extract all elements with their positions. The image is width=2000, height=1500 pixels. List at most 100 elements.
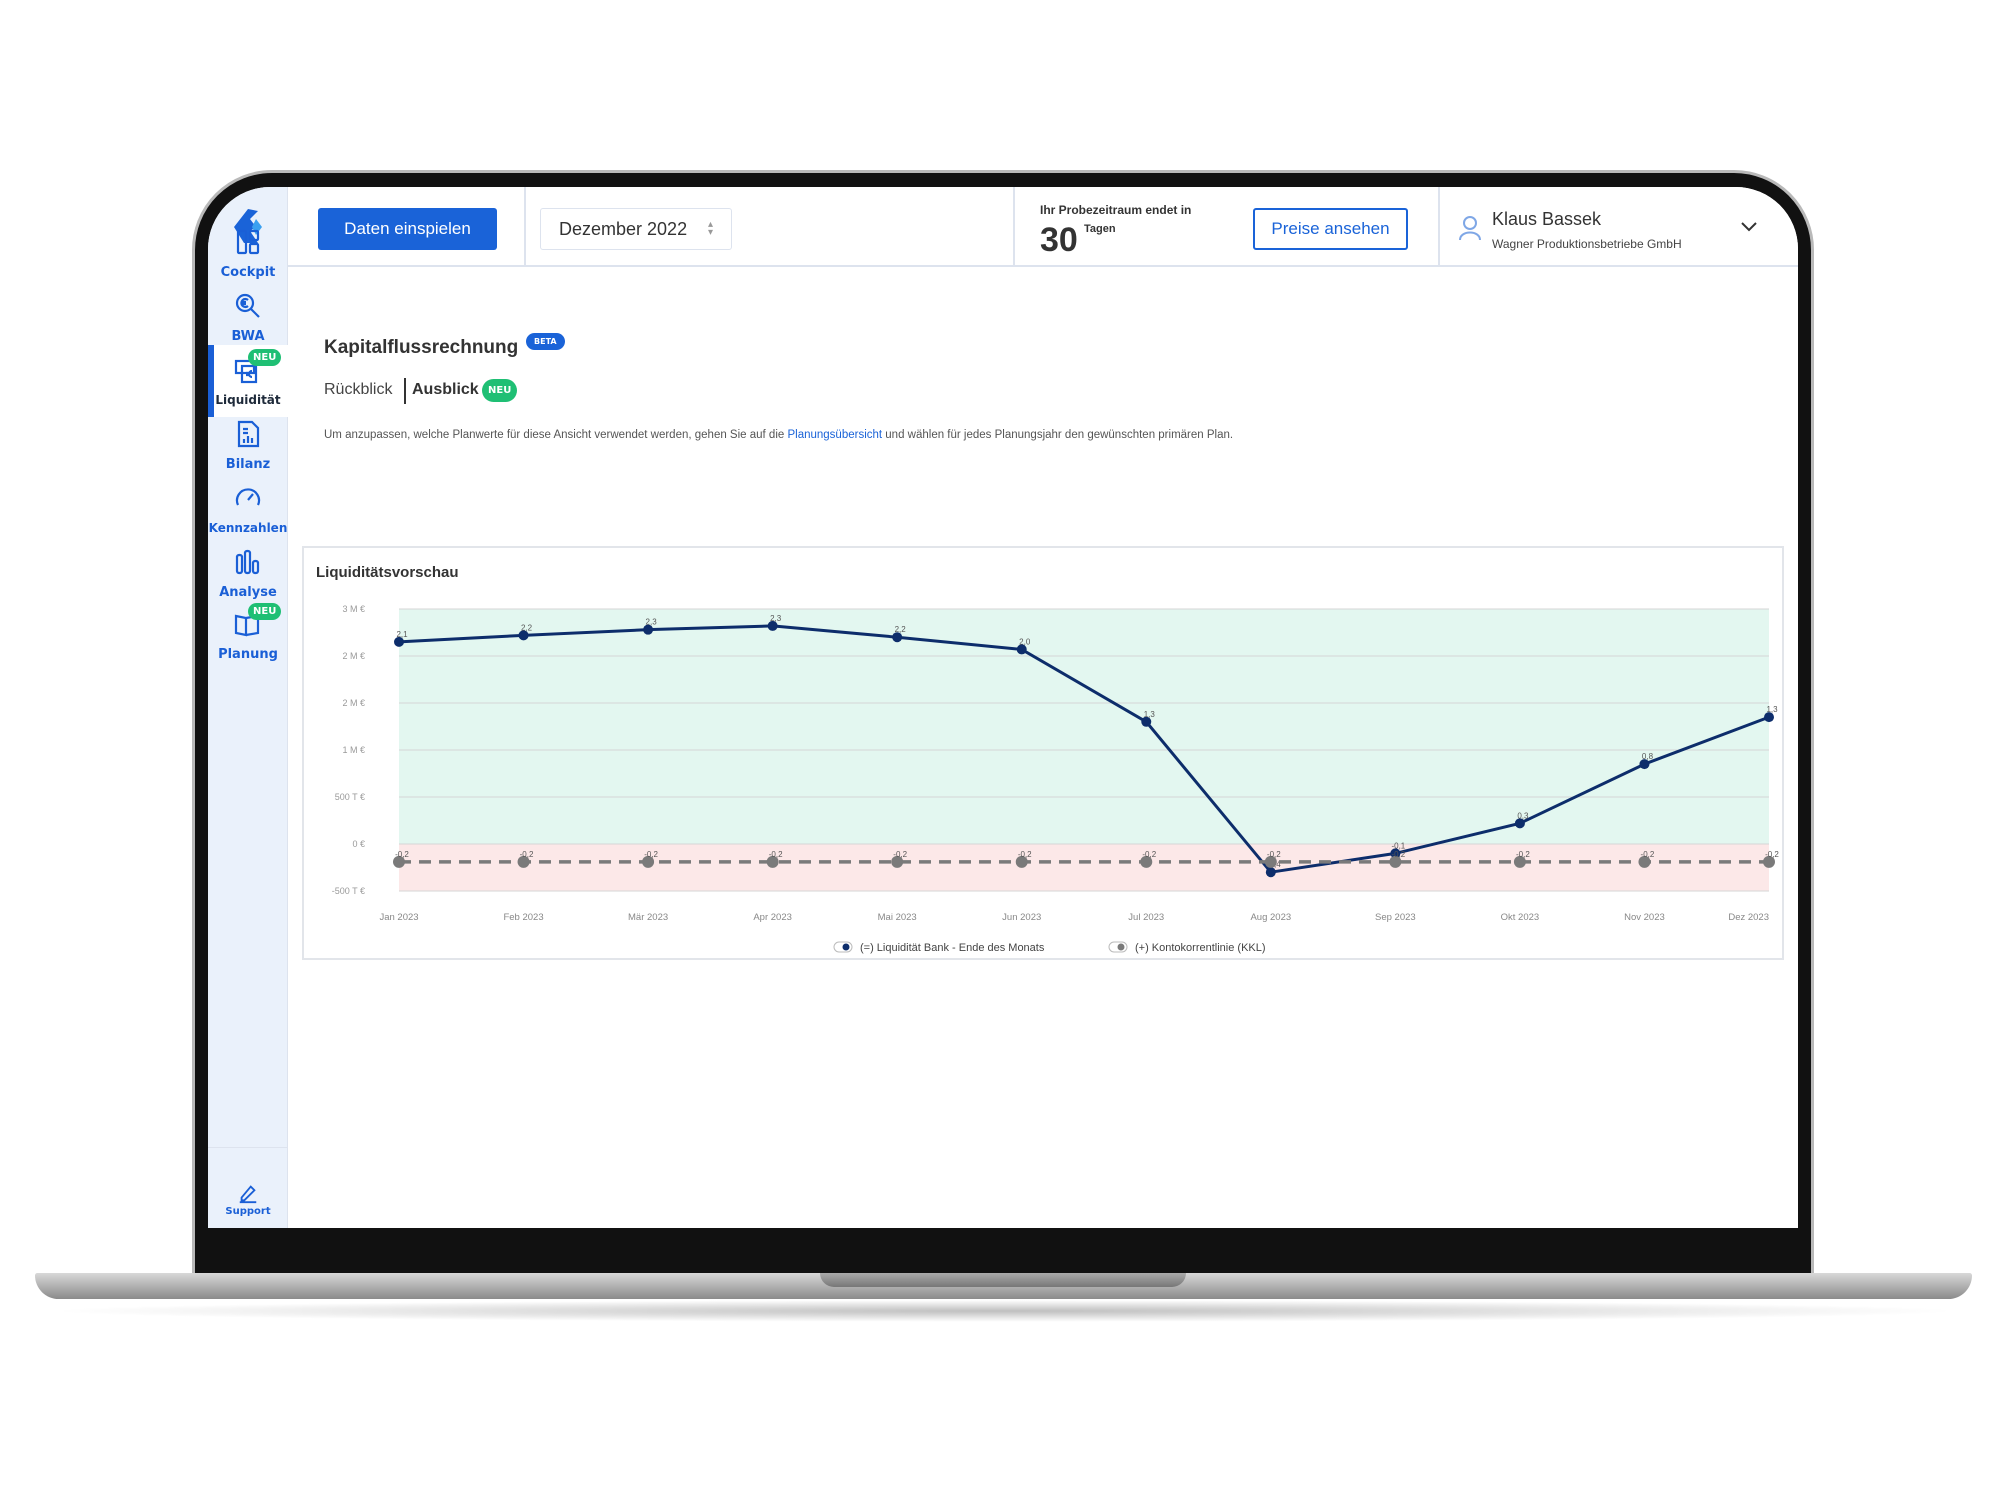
sidebar-item-support[interactable]: Support xyxy=(208,1182,288,1217)
info-text: Um anzupassen, welche Planwerte für dies… xyxy=(324,429,1233,441)
sidebar-item-label: Support xyxy=(225,1206,271,1217)
data-label: 1,3 xyxy=(1144,710,1156,719)
sidebar-item-liquidität[interactable]: Liquidität NEU xyxy=(208,345,288,417)
legend-marker xyxy=(842,943,850,951)
app-screen: Cockpit BWA Liquidität NEU Bilanz Kennza… xyxy=(208,187,1798,1228)
info-text-before: Um anzupassen, welche Planwerte für dies… xyxy=(324,429,788,441)
period-select[interactable]: Dezember 2022 ▴ ▾ xyxy=(540,208,732,250)
sidebar-item-bwa[interactable]: BWA xyxy=(208,291,288,344)
data-label: -0,2 xyxy=(893,850,907,859)
info-text-after: und wählen für jedes Planungsjahr den ge… xyxy=(882,429,1234,441)
x-tick-label: Jul 2023 xyxy=(1128,912,1164,923)
speedometer-icon xyxy=(235,488,261,506)
tab-ausblick[interactable]: Ausblick xyxy=(412,381,479,399)
y-tick-label: 0 € xyxy=(352,839,365,849)
y-tick-label: -500 T € xyxy=(332,886,365,896)
report-icon xyxy=(237,420,260,448)
sort-arrows-icon: ▴ ▾ xyxy=(707,219,713,238)
chevron-down-icon xyxy=(1741,222,1757,232)
x-tick-label: Sep 2023 xyxy=(1375,912,1416,923)
x-tick-label: Dez 2023 xyxy=(1728,912,1769,923)
tab-rueckblick[interactable]: Rückblick xyxy=(324,381,392,399)
data-label: 2,0 xyxy=(1019,637,1031,646)
y-tick-label: 1 M € xyxy=(342,745,365,755)
liquidity-chart: 3 M € 2 M € 2 M € 1 M € 500 T € 0 € -500 T € Ja… xyxy=(332,604,1780,954)
laptop-shadow xyxy=(45,1300,1965,1322)
sidebar-item-label: Liquidität xyxy=(215,393,281,407)
x-tick-label: Apr 2023 xyxy=(753,912,792,923)
header-divider xyxy=(1438,187,1440,267)
trial-text: Ihr Probezeitraum endet in xyxy=(1040,203,1192,217)
pricing-button[interactable]: Preise ansehen xyxy=(1253,208,1408,250)
beta-badge: BETA xyxy=(526,333,565,350)
sidebar-item-label: BWA xyxy=(231,329,265,344)
data-label: 2,3 xyxy=(646,618,658,627)
data-label: -0,2 xyxy=(769,850,783,859)
data-label: -0,2 xyxy=(520,850,534,859)
sidebar-divider xyxy=(208,1147,288,1148)
user-icon xyxy=(1459,216,1481,241)
data-label: -0,2 xyxy=(1142,850,1156,859)
negative-zone xyxy=(399,844,1769,891)
data-label: -0,2 xyxy=(1267,850,1281,859)
y-tick-label: 3 M € xyxy=(342,604,365,614)
trial-days: 30 xyxy=(1040,221,1078,259)
header-divider xyxy=(524,187,526,267)
sidebar-item-analyse[interactable]: Analyse xyxy=(208,547,288,600)
sidebar-item-planung[interactable]: Planung NEU xyxy=(208,603,288,662)
legend-marker xyxy=(1117,943,1125,951)
pencil-icon xyxy=(239,1185,257,1204)
page-title: Kapitalflussrechnung xyxy=(324,337,519,358)
x-tick-label: Jun 2023 xyxy=(1002,912,1041,923)
data-label: -0,2 xyxy=(1765,850,1779,859)
data-label: 2,2 xyxy=(895,625,907,634)
data-label: 0,3 xyxy=(1517,811,1529,820)
sidebar-item-label: Planung xyxy=(218,647,278,662)
x-tick-label: Okt 2023 xyxy=(1501,912,1540,923)
data-label: -0,2 xyxy=(1391,850,1405,859)
sidebar-item-bilanz[interactable]: Bilanz xyxy=(208,419,288,472)
y-tick-label: 2 M € xyxy=(342,698,365,708)
user-menu[interactable]: Klaus Bassek Wagner Produktionsbetriebe … xyxy=(1448,187,1798,267)
data-label: -0,2 xyxy=(395,850,409,859)
dashboard-icon xyxy=(236,229,260,255)
x-tick-label: Feb 2023 xyxy=(503,912,543,923)
user-name: Klaus Bassek xyxy=(1492,209,1602,229)
search-euro-icon xyxy=(235,293,260,318)
x-tick-label: Mai 2023 xyxy=(878,912,917,923)
data-label: 0,8 xyxy=(1642,752,1654,761)
planning-overview-link[interactable]: Planungsübersicht xyxy=(787,429,882,441)
neu-badge: NEU xyxy=(248,603,282,620)
legend-label[interactable]: (+) Kontokorrentlinie (KKL) xyxy=(1135,942,1266,954)
x-tick-label: Mär 2023 xyxy=(628,912,668,923)
y-tick-label: 2 M € xyxy=(342,651,365,661)
data-label: -0,2 xyxy=(1641,850,1655,859)
data-label: 2,2 xyxy=(521,623,533,632)
sidebar: Cockpit BWA Liquidität NEU Bilanz Kennza… xyxy=(208,187,288,1228)
data-label: -0,2 xyxy=(1516,850,1530,859)
sidebar-item-kennzahlen[interactable]: Kennzahlen xyxy=(208,483,288,535)
sidebar-item-label: Analyse xyxy=(219,585,277,600)
neu-badge: NEU xyxy=(482,379,518,402)
data-label: -0,2 xyxy=(644,850,658,859)
x-tick-label: Nov 2023 xyxy=(1624,912,1665,923)
header-divider xyxy=(1013,187,1015,267)
tab-divider xyxy=(404,378,406,404)
import-data-button[interactable]: Daten einspielen xyxy=(318,208,497,250)
x-tick-label: Jan 2023 xyxy=(379,912,418,923)
data-label: 2,3 xyxy=(770,614,782,623)
legend-label[interactable]: (=) Liquidität Bank - Ende des Monats xyxy=(860,942,1045,954)
neu-badge: NEU xyxy=(248,349,282,366)
data-label: 2,1 xyxy=(396,630,408,639)
x-tick-label: Aug 2023 xyxy=(1250,912,1291,923)
period-select-value: Dezember 2022 xyxy=(559,218,688,239)
data-label: 1,3 xyxy=(1766,705,1778,714)
positive-zone xyxy=(399,609,1769,844)
y-tick-label: 500 T € xyxy=(335,792,365,802)
liquidity-chart-card: Liquiditätsvorschau 3 M €2 M €2 M €1 M €… xyxy=(302,546,1784,960)
top-header: Daten einspielen Dezember 2022 ▴ ▾ Ihr Pr… xyxy=(288,187,1798,267)
bar-chart-icon xyxy=(235,549,260,575)
sidebar-item-label: Cockpit xyxy=(220,265,276,280)
data-label: -0,2 xyxy=(1018,850,1032,859)
sidebar-item-cockpit[interactable]: Cockpit xyxy=(208,227,288,280)
